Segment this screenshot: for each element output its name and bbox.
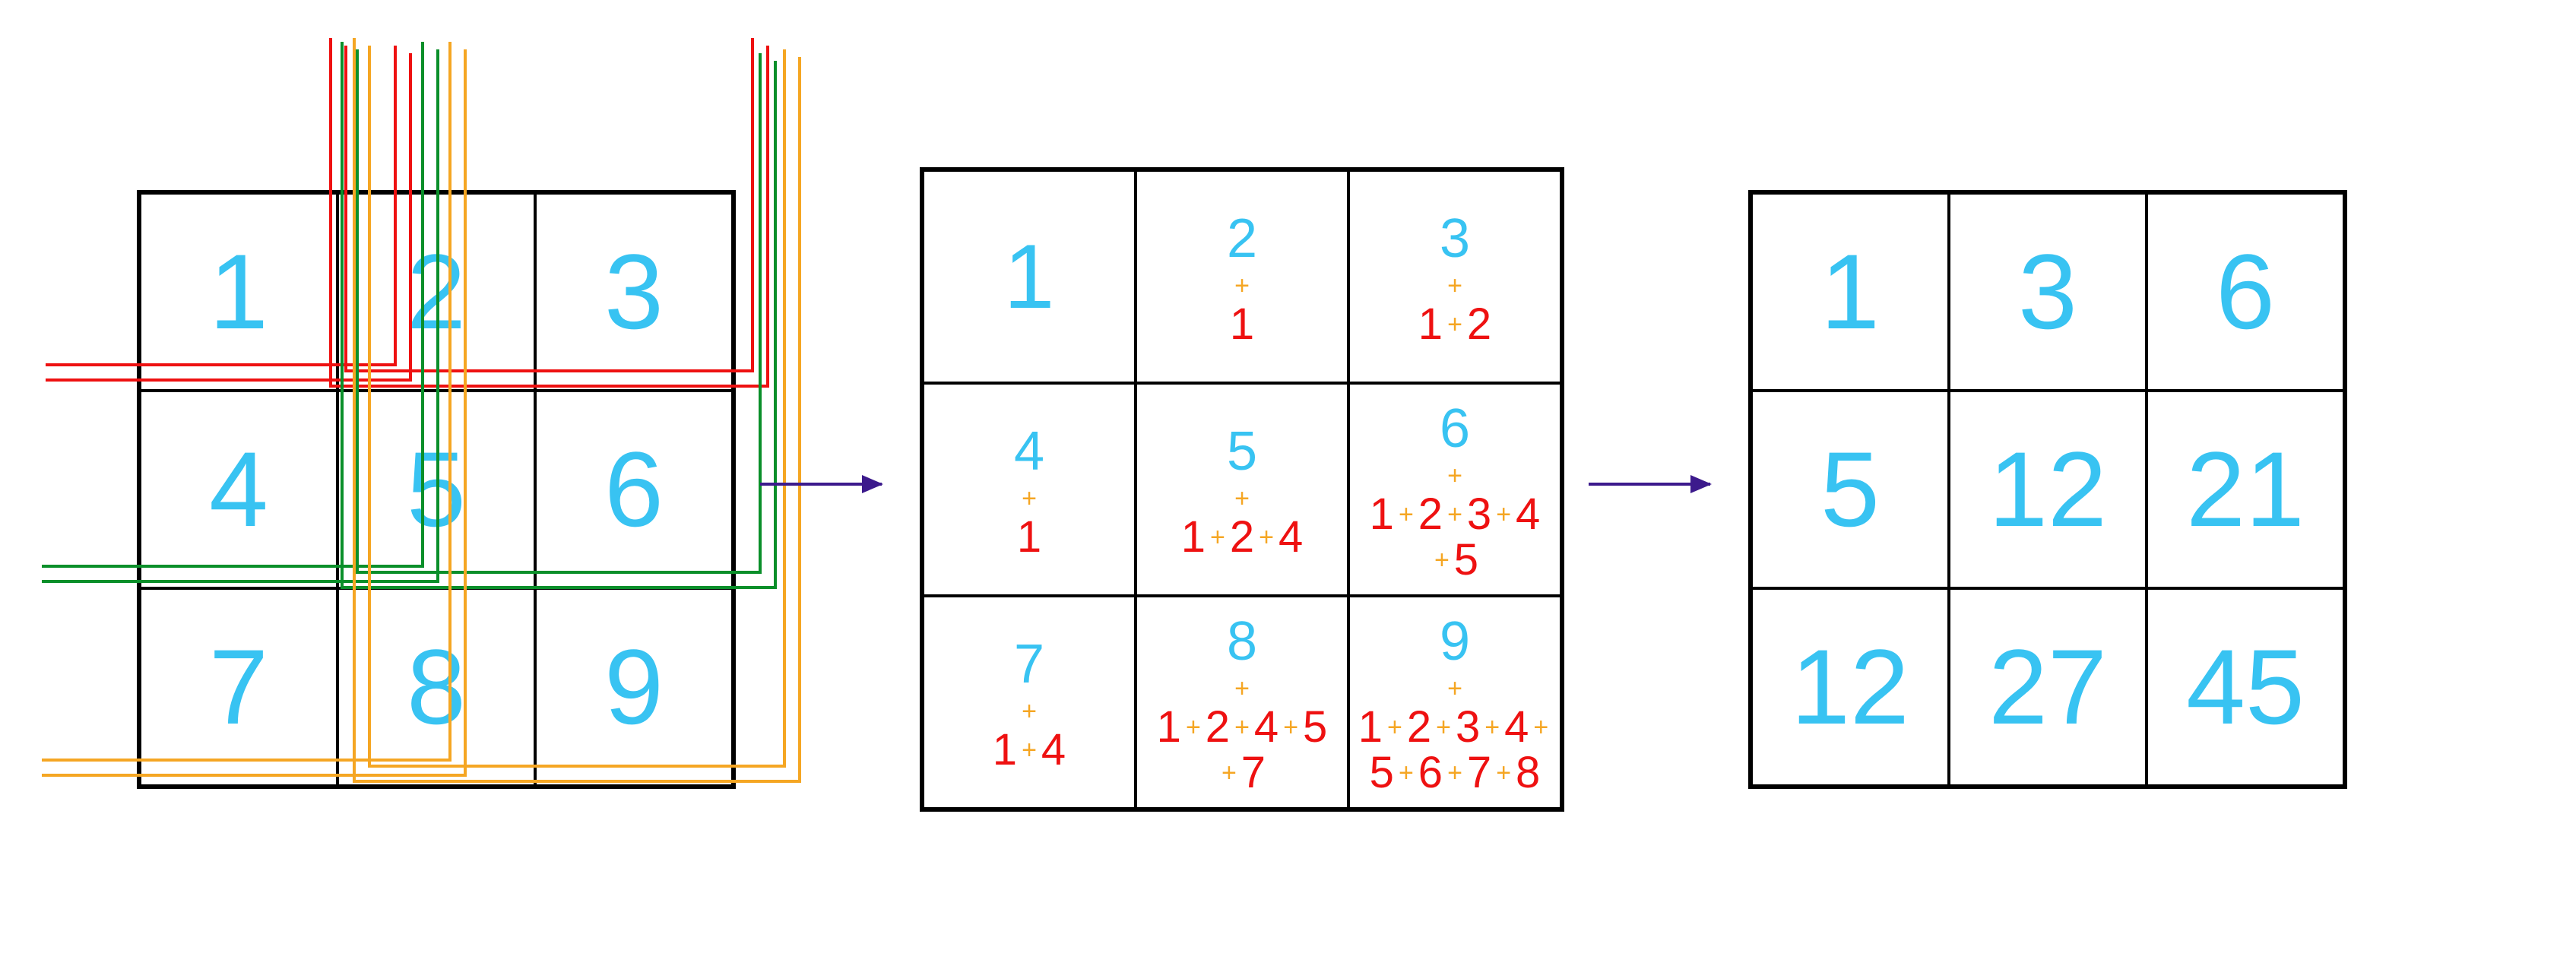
grid2-base-3: 3 [1440,207,1470,270]
plus-icon: + [1231,484,1253,514]
grid3-value-8: 27 [1988,626,2107,749]
grid1-value-6: 6 [604,428,664,551]
grid2-cell-2: 2 + 1 [1136,170,1348,383]
grid1-value-9: 9 [604,626,664,749]
grid2-base-8: 8 [1227,610,1257,673]
grid3-value-4: 5 [1820,428,1880,551]
grid2-adds-3: 1+ 2 [1418,302,1491,347]
grid2-base-6: 6 [1440,397,1470,460]
grid2-cell-5: 5 + 1+ 2+ 4 [1136,383,1348,596]
grid3-value-2: 3 [2018,230,2077,353]
grid1-cell-6: 6 [535,391,733,588]
grid3-cell-3: 6 [2147,193,2344,391]
grid2-base-2: 2 [1227,207,1257,270]
grid3-cell-6: 21 [2147,391,2344,588]
plus-icon: + [1444,461,1465,491]
grid2-cell-9: 9 + 1+ 2+ 3+ 4+ 5+ 6+ 7+ 8 [1348,596,1561,809]
grid2-base-7: 7 [1014,633,1044,695]
grid3-cell-2: 3 [1949,193,2147,391]
grid1-value-5: 5 [407,428,466,551]
grid1-cell-8: 8 [337,588,535,786]
grid3-value-9: 45 [2186,626,2305,749]
grid3-value-3: 6 [2216,230,2275,353]
grid3-cell-8: 27 [1949,588,2147,786]
grid2-adds-6: 1+ 2+ 3+ 4+ 5 [1360,493,1550,582]
grid1-value-7: 7 [209,626,268,749]
grid2-base-1: 1 [1004,224,1055,329]
grid2-adds-2: 1 [1230,302,1254,347]
grid1-cell-9: 9 [535,588,733,786]
grid2-cell-7: 7 + 1+ 4 [923,596,1136,809]
grid2-adds-9: 1+ 2+ 3+ 4+ 5+ 6+ 7+ 8 [1356,705,1554,795]
grid2-cell-3: 3 + 1+ 2 [1348,170,1561,383]
grid3-value-6: 21 [2186,428,2305,551]
grid2-base-9: 9 [1440,610,1470,673]
grid1-value-3: 3 [604,230,664,353]
grid-expanded: 1 2 + 1 3 + 1+ 2 4 + 1 5 [920,167,1564,812]
plus-icon: + [1019,697,1040,727]
grid1-cell-4: 4 [140,391,337,588]
grid1-cell-3: 3 [535,193,733,391]
arrow-1 [760,483,882,486]
grid2-cell-4: 4 + 1 [923,383,1136,596]
grid2-adds-4: 1 [1017,515,1041,559]
grid2-adds-7: 1+ 4 [993,728,1066,772]
grid1-value-8: 8 [407,626,466,749]
grid-result: 1 3 6 5 12 21 12 27 45 [1748,190,2347,789]
plus-icon: + [1019,484,1040,514]
plus-icon: + [1444,674,1465,704]
grid1-value-4: 4 [209,428,268,551]
grid3-cell-7: 12 [1751,588,1949,786]
grid2-base-4: 4 [1014,420,1044,483]
grid2-adds-5: 1+ 2+ 4 [1181,515,1304,559]
grid1-cell-7: 7 [140,588,337,786]
plus-icon: + [1444,271,1465,301]
grid1-cell-1: 1 [140,193,337,391]
grid1-value-1: 1 [209,230,268,353]
grid2-cell-6: 6 + 1+ 2+ 3+ 4+ 5 [1348,383,1561,596]
grid1-value-2: 2 [407,230,466,353]
plus-icon: + [1231,674,1253,704]
grid3-cell-1: 1 [1751,193,1949,391]
grid1-cell-2: 2 [337,193,535,391]
grid3-value-7: 12 [1791,626,1909,749]
grid3-value-1: 1 [1820,230,1880,353]
grid2-cell-1: 1 [923,170,1136,383]
grid2-base-5: 5 [1227,420,1257,483]
arrow-2 [1589,483,1710,486]
grid3-cell-5: 12 [1949,391,2147,588]
grid-input: 1 2 3 4 5 6 7 8 9 [137,190,736,789]
grid3-cell-4: 5 [1751,391,1949,588]
grid2-adds-8: 1+ 2+ 4+ 5+ 7 [1147,705,1337,795]
plus-icon: + [1231,271,1253,301]
grid2-cell-8: 8 + 1+ 2+ 4+ 5+ 7 [1136,596,1348,809]
grid3-cell-9: 45 [2147,588,2344,786]
grid1-cell-5: 5 [337,391,535,588]
grid3-value-5: 12 [1988,428,2107,551]
